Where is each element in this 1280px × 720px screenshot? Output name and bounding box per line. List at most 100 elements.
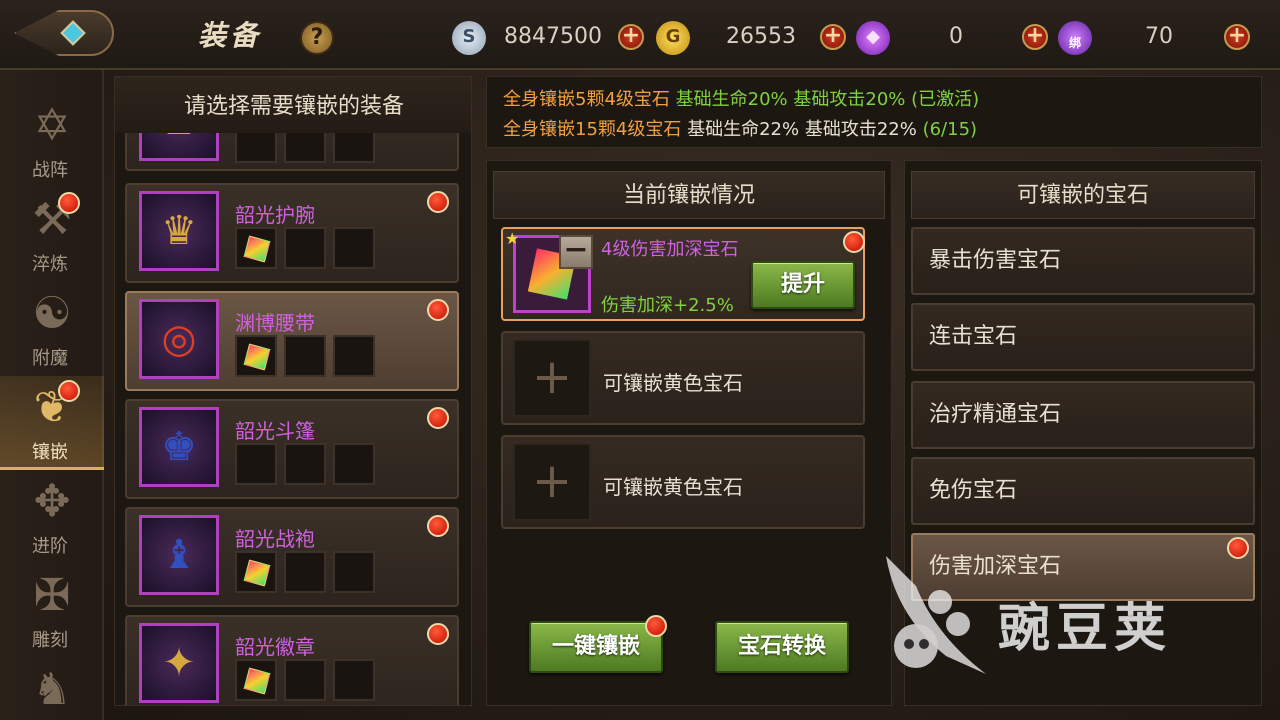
- gem-slot: [333, 443, 375, 485]
- add-silver-button[interactable]: +: [618, 24, 644, 50]
- gem-option[interactable]: 暴击伤害宝石: [911, 227, 1255, 295]
- one-click-inlay-button[interactable]: 一键镶嵌: [529, 621, 663, 673]
- upgrade-gem-button[interactable]: 提升: [751, 261, 855, 309]
- enchant-icon: ☯: [32, 288, 72, 339]
- nav-item-forge[interactable]: ⚒ 淬炼: [0, 188, 104, 282]
- gem-slot: [284, 659, 326, 701]
- nav-item-enchant[interactable]: ☯ 附魔: [0, 282, 104, 376]
- purple-crystal-icon: ◆: [856, 21, 890, 55]
- page-title: 装备: [198, 19, 263, 52]
- empty-gem-slot: +: [513, 443, 591, 521]
- help-button[interactable]: ?: [300, 21, 334, 55]
- silver-coin-icon: S: [452, 21, 486, 55]
- inlay-slot-filled[interactable]: ★ − 4级伤害加深宝石 伤害加深+2.5% 提升: [501, 227, 865, 321]
- remove-gem-button[interactable]: −: [559, 235, 593, 269]
- inlay-slot-empty[interactable]: + 可镶嵌黄色宝石: [501, 435, 865, 529]
- nav-item-beast[interactable]: ♞: [0, 658, 104, 720]
- equipment-list-header: 请选择需要镶嵌的装备: [115, 77, 471, 133]
- gem-option[interactable]: 治疗精通宝石: [911, 381, 1255, 449]
- add-crystal-button[interactable]: +: [1022, 24, 1048, 50]
- bonus-status: (已激活): [911, 89, 980, 110]
- nav-label: 镶嵌: [32, 442, 68, 463]
- inlay-slot-empty[interactable]: + 可镶嵌黄色宝石: [501, 331, 865, 425]
- star-icon: ★: [505, 229, 520, 248]
- back-arrow-icon: [60, 20, 86, 46]
- currency-value: 0: [949, 24, 963, 49]
- currency-value: 8847500: [504, 24, 602, 49]
- gem-slot-filled: [235, 335, 277, 377]
- advance-icon: ✥: [33, 476, 71, 527]
- equipment-item-badge[interactable]: ✦ 韶光徽章: [125, 615, 459, 705]
- set-bonus-line-2: 全身镶嵌15颗4级宝石 基础生命22% 基础攻击22% (6/15): [503, 115, 1245, 145]
- gem-slot: [333, 335, 375, 377]
- add-bound-crystal-button[interactable]: +: [1224, 24, 1250, 50]
- gem-effect: 伤害加深+2.5%: [601, 295, 734, 316]
- gold-coin-icon: G: [656, 21, 690, 55]
- gem-convert-button[interactable]: 宝石转换: [715, 621, 849, 673]
- back-button[interactable]: [14, 10, 114, 56]
- nav-label: 战阵: [32, 160, 68, 181]
- gem-slot: [284, 335, 326, 377]
- notification-badge: [58, 192, 80, 214]
- equipment-name: 韶光战袍: [235, 527, 315, 551]
- equipment-item-cloak[interactable]: ♚ 韶光斗篷: [125, 399, 459, 499]
- cloak-icon: ♚: [139, 407, 219, 487]
- notification-badge: [427, 299, 449, 321]
- notification-badge: [427, 515, 449, 537]
- equipment-name: 渊博腰带: [235, 311, 315, 335]
- current-inlay-header: 当前镶嵌情况: [493, 171, 885, 219]
- gem-slot: [235, 443, 277, 485]
- gem-slot-filled: [235, 551, 277, 593]
- bound-crystal-icon: 绑: [1058, 21, 1092, 55]
- wandoujia-watermark: 豌豆荚: [872, 546, 1242, 676]
- empty-slot-label: 可镶嵌黄色宝石: [603, 475, 743, 499]
- notification-badge: [427, 407, 449, 429]
- notification-badge: [58, 380, 80, 402]
- beast-icon: ♞: [32, 664, 72, 715]
- equipment-item-bracer[interactable]: ♛ 韶光护腕: [125, 183, 459, 283]
- nav-label: 附魔: [32, 348, 68, 369]
- watermark-text: 豌豆荚: [998, 599, 1173, 659]
- currency-value: 70: [1145, 24, 1173, 49]
- equipment-item-belt[interactable]: ◎ 渊博腰带: [125, 291, 459, 391]
- bonus-requirement: 全身镶嵌5颗4级宝石: [503, 89, 670, 110]
- gem-name: 4级伤害加深宝石: [601, 239, 739, 260]
- side-nav: ✡ 战阵 ⚒ 淬炼 ☯ 附魔 ❦ 镶嵌 ✥ 进阶 ✠ 雕刻 ♞: [0, 70, 104, 720]
- nav-item-inlay[interactable]: ❦ 镶嵌: [0, 376, 104, 470]
- notification-badge: [843, 231, 865, 253]
- plus-icon: +: [531, 453, 573, 509]
- nav-item-carve[interactable]: ✠ 雕刻: [0, 564, 104, 658]
- empty-gem-slot: +: [513, 339, 591, 417]
- gem-slot-filled: [235, 659, 277, 701]
- bonus-requirement: 全身镶嵌15颗4级宝石: [503, 119, 682, 140]
- equipment-item-robe[interactable]: ♝ 韶光战袍: [125, 507, 459, 607]
- equipment-list-panel: 请选择需要镶嵌的装备 ♜ ♛ 韶光护腕 ◎ 渊博腰带 ♚ 韶光斗篷 ♝ 韶光战袍: [114, 76, 472, 706]
- gem-option[interactable]: 连击宝石: [911, 303, 1255, 371]
- empty-slot-label: 可镶嵌黄色宝石: [603, 371, 743, 395]
- gem-slot: [333, 659, 375, 701]
- bracer-icon: ♛: [139, 191, 219, 271]
- notification-badge: [427, 623, 449, 645]
- equipment-name: 韶光护腕: [235, 203, 315, 227]
- available-gems-header: 可镶嵌的宝石: [911, 171, 1255, 219]
- nav-label: 雕刻: [32, 630, 68, 651]
- pea-pod-logo-icon: [886, 556, 986, 674]
- nav-item-formation[interactable]: ✡ 战阵: [0, 94, 104, 188]
- current-inlay-panel: 当前镶嵌情况 ★ − 4级伤害加深宝石 伤害加深+2.5% 提升 + 可镶嵌黄色…: [486, 160, 892, 706]
- plus-icon: +: [531, 349, 573, 405]
- gem-slot: [284, 227, 326, 269]
- equipment-name: 韶光徽章: [235, 635, 315, 659]
- set-bonus-line-1: 全身镶嵌5颗4级宝石 基础生命20% 基础攻击20% (已激活): [503, 85, 1245, 115]
- bonus-status: (6/15): [922, 119, 978, 140]
- equipment-name: 韶光斗篷: [235, 419, 315, 443]
- nav-label: 淬炼: [32, 254, 68, 275]
- notification-badge: [427, 191, 449, 213]
- currency-value: 26553: [726, 24, 796, 49]
- hexagram-icon: ✡: [33, 100, 71, 151]
- add-gold-button[interactable]: +: [820, 24, 846, 50]
- gem-option[interactable]: 免伤宝石: [911, 457, 1255, 525]
- belt-icon: ◎: [139, 299, 219, 379]
- top-bar: 装备 ? S 8847500 + G 26553 + ◆ 0 + 绑 70 +: [0, 0, 1280, 70]
- notification-badge: [645, 615, 667, 637]
- nav-item-advance[interactable]: ✥ 进阶: [0, 470, 104, 564]
